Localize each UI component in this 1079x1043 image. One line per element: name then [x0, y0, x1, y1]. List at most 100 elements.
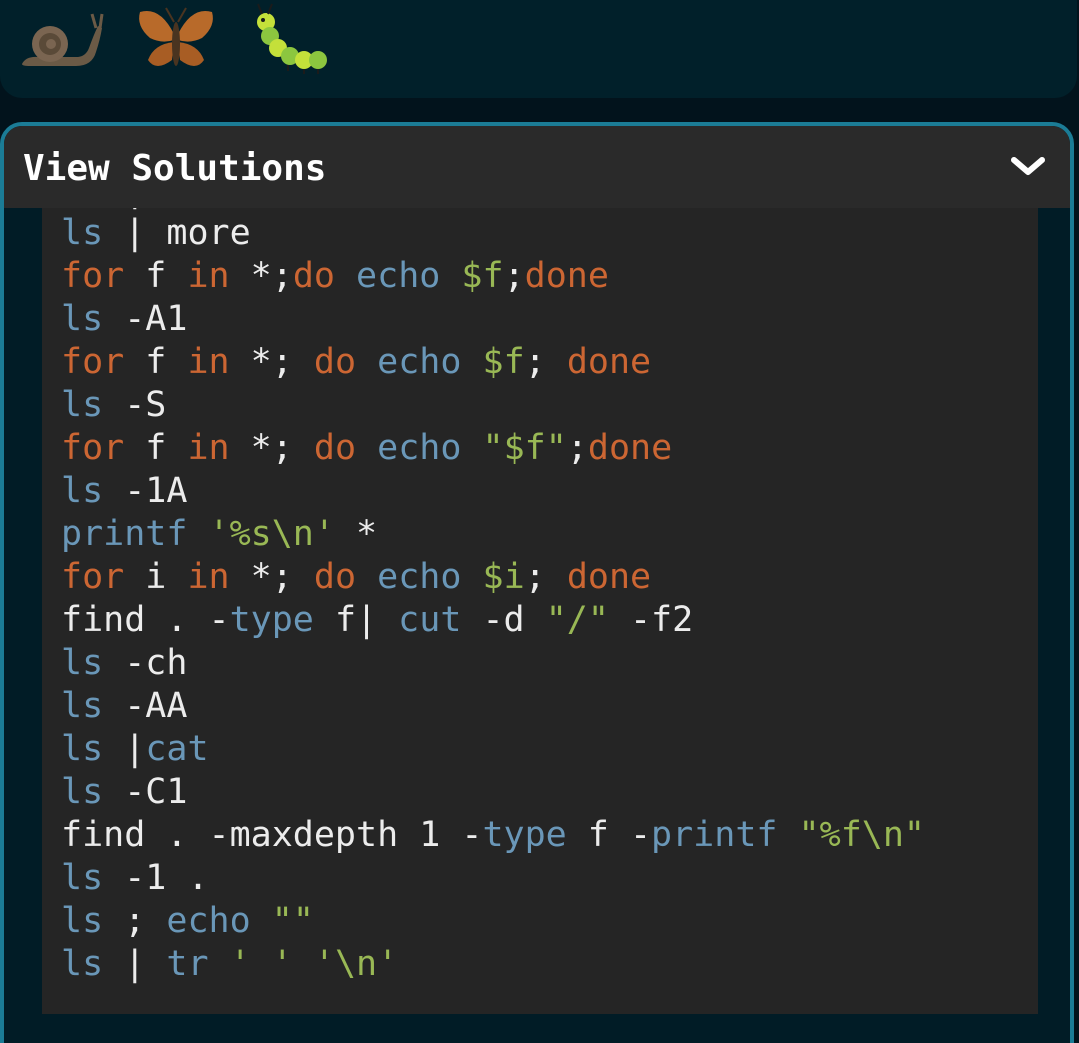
badge-card [0, 0, 1077, 98]
code-token: f [124, 428, 188, 468]
code-token: echo [166, 901, 251, 941]
page: View Solutions ls | sortls | morefor f i… [0, 0, 1079, 1043]
code-token: ls [61, 471, 104, 511]
code-token: -C1 [103, 772, 188, 812]
code-token: done [524, 256, 609, 296]
code-token: f - [566, 815, 652, 855]
solution-line: ls |cat [61, 728, 925, 771]
code-token: ls [61, 686, 104, 726]
solution-line: ls -A1 [61, 298, 925, 341]
code-token: i [124, 557, 188, 597]
code-token: type [482, 815, 567, 855]
solution-line: ls -1A [61, 470, 925, 513]
code-token: ls [61, 858, 104, 898]
solution-line: find . -type f| cut -d "/" -f2 [61, 599, 925, 642]
code-token: do [313, 557, 357, 597]
badge-row [16, 0, 364, 80]
code-token: done [587, 428, 673, 468]
code-token: * [334, 514, 378, 554]
snail-icon [16, 0, 104, 80]
code-token: in [187, 342, 230, 382]
code-token: | more [103, 213, 251, 253]
code-token: *; [229, 428, 314, 468]
solution-line: find . -maxdepth 1 -type f -printf "%f\n… [61, 814, 925, 857]
code-token: $f [461, 256, 504, 296]
code-token: do [313, 428, 357, 468]
code-token: ls [61, 729, 104, 769]
code-token: in [187, 428, 230, 468]
solutions-code-block[interactable]: ls | sortls | morefor f in *;do echo $f;… [42, 208, 1038, 1014]
caterpillar-icon [248, 0, 336, 80]
code-token: -ch [103, 643, 188, 683]
code-token: find . - [61, 600, 230, 640]
code-token: -1A [103, 471, 188, 511]
solution-line: for f in *; do echo "$f";done [61, 427, 925, 470]
code-token: ; [524, 557, 567, 597]
code-token: f [124, 256, 188, 296]
code-token: for [61, 557, 125, 597]
solution-line: for f in *; do echo $f; done [61, 341, 925, 384]
chevron-down-icon[interactable] [1008, 150, 1048, 184]
code-token: -f2 [608, 600, 694, 640]
code-token: do [292, 256, 335, 296]
code-token: echo [377, 428, 462, 468]
code-token: "" [271, 901, 314, 941]
solutions-list: ls | sortls | morefor f in *;do echo $f;… [61, 208, 925, 986]
solution-line: for f in *;do echo $f;done [61, 255, 925, 298]
code-token: | [103, 208, 166, 210]
code-token: -1 . [103, 858, 209, 898]
code-token: ls [61, 643, 104, 683]
code-token: in [187, 557, 230, 597]
code-token: -A1 [103, 299, 188, 339]
code-token: '\n' [313, 944, 399, 984]
solutions-panel-header[interactable]: View Solutions [4, 126, 1070, 208]
code-token: ls [61, 944, 104, 984]
solution-line: ls ; echo "" [61, 900, 925, 943]
code-token: ls [61, 299, 104, 339]
code-token: $f [482, 342, 525, 382]
code-token: do [313, 342, 357, 382]
code-token: | [103, 944, 167, 984]
code-token: *; [229, 342, 314, 382]
code-token: ls [61, 901, 104, 941]
butterfly-icon [132, 0, 220, 80]
code-token: printf [61, 514, 188, 554]
solution-line: printf '%s\n' * [61, 513, 925, 556]
code-token: done [566, 342, 652, 382]
solution-line: for i in *; do echo $i; done [61, 556, 925, 599]
code-token: "%f\n" [798, 815, 925, 855]
code-token: ; [524, 342, 567, 382]
code-token: echo [377, 557, 462, 597]
code-token: find . -maxdepth 1 - [61, 815, 483, 855]
code-token: *; [229, 557, 314, 597]
code-token: ls [61, 385, 104, 425]
code-token: ls [61, 208, 103, 210]
code-token: *; [229, 256, 293, 296]
code-token: done [566, 557, 652, 597]
code-token: -S [103, 385, 167, 425]
solution-line: ls -ch [61, 642, 925, 685]
code-token: | [103, 729, 146, 769]
code-token: cat [145, 729, 209, 769]
solutions-panel: View Solutions ls | sortls | morefor f i… [0, 122, 1074, 1043]
code-token: for [61, 342, 125, 382]
code-token: for [61, 256, 125, 296]
code-token: "/" [545, 600, 609, 640]
code-token: ; [566, 428, 588, 468]
code-token: echo [356, 256, 441, 296]
code-token: ' ' [229, 944, 293, 984]
code-token: ; [103, 901, 167, 941]
code-token: cut [398, 600, 462, 640]
